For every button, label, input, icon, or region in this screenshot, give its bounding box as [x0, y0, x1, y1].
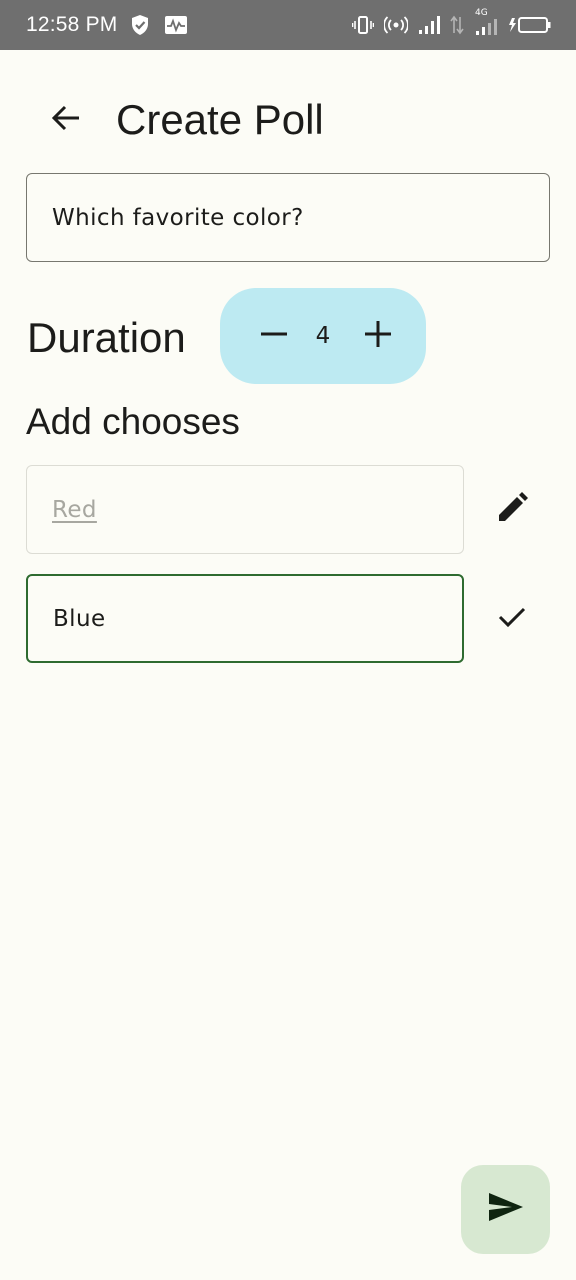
back-button[interactable] [40, 94, 92, 146]
choice-input-value: Blue [53, 605, 106, 632]
vibrate-icon [352, 15, 374, 35]
shield-check-icon [130, 14, 150, 36]
duration-value: 4 [315, 323, 331, 349]
arrow-back-icon [50, 102, 82, 139]
network-type-label: 4G [475, 8, 488, 18]
send-icon [488, 1192, 524, 1227]
edit-choice-button[interactable] [486, 484, 538, 536]
choices-title: Add chooses [26, 401, 240, 442]
duration-stepper: 4 [220, 288, 426, 384]
page-title: Create Poll [116, 96, 324, 143]
choice-input-value: Red [52, 496, 97, 523]
plus-icon [364, 320, 392, 353]
choice-input-blue[interactable]: Blue [26, 574, 464, 663]
activity-icon [164, 15, 188, 35]
signal-icon [418, 15, 440, 35]
app-bar: Create Poll [0, 82, 576, 158]
question-input[interactable]: Which favorite color? [26, 173, 550, 262]
send-poll-button[interactable] [461, 1165, 550, 1254]
data-transfer-icon [450, 15, 464, 35]
question-input-value: Which favorite color? [52, 204, 304, 231]
decrease-duration-button[interactable] [248, 310, 300, 362]
increase-duration-button[interactable] [352, 310, 404, 362]
signal-4g-icon: 4G [474, 8, 498, 36]
status-bar: 12:58 PM 4G [0, 0, 576, 50]
hotspot-icon [384, 15, 408, 35]
pencil-icon [495, 491, 529, 530]
check-icon [497, 602, 527, 637]
confirm-choice-button[interactable] [486, 593, 538, 645]
status-time: 12:58 PM [26, 13, 118, 36]
duration-label: Duration [27, 314, 186, 361]
battery-charging-icon [508, 15, 552, 35]
choice-input-red[interactable]: Red [26, 465, 464, 554]
minus-icon [260, 320, 288, 353]
